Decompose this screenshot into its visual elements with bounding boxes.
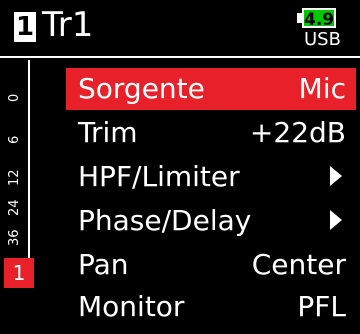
menu-item-label: Monitor [78, 290, 185, 323]
menu-item-label: Phase/Delay [78, 204, 252, 237]
meter-track [28, 60, 30, 270]
meter-channel-badge: 1 [4, 258, 34, 288]
menu-item-label: Trim [78, 116, 138, 149]
battery-icon: 4.9 [302, 8, 336, 30]
menu-item-sorgente[interactable]: Sorgente Mic [66, 68, 356, 110]
menu-item-pan[interactable]: Pan Center [66, 244, 356, 286]
meter-scale-label: 36 [7, 229, 22, 246]
track-title: Tr1 [42, 5, 94, 45]
meter-scale-label: 12 [7, 169, 22, 186]
submenu-arrow-icon [330, 210, 342, 230]
menu-item-value: Center [251, 248, 346, 281]
meter-scale-label: 24 [7, 199, 22, 216]
menu-item-value: PFL [297, 290, 346, 323]
menu-item-phase-delay[interactable]: Phase/Delay [66, 200, 356, 242]
menu-item-monitor[interactable]: Monitor PFL [66, 286, 356, 328]
menu-item-label: HPF/Limiter [78, 160, 240, 193]
track-number-badge: 1 [14, 12, 36, 42]
meter-scale-label: 0 [7, 93, 22, 102]
menu-item-value: +22dB [249, 116, 346, 149]
level-meter: 0 6 12 24 36 48 1 [4, 60, 58, 330]
power-source-label: USB [304, 29, 341, 50]
meter-scale-label: 6 [7, 135, 22, 144]
submenu-arrow-icon [330, 166, 342, 186]
menu-item-label: Pan [78, 248, 129, 281]
menu-item-value: Mic [298, 72, 346, 105]
menu-item-trim[interactable]: Trim +22dB [66, 112, 356, 154]
header-bar: 1 Tr1 4.9 USB [0, 0, 360, 58]
battery-level: 4.9 [304, 10, 335, 30]
header-divider [0, 56, 360, 58]
menu-item-hpf-limiter[interactable]: HPF/Limiter [66, 156, 356, 198]
menu-item-label: Sorgente [78, 72, 205, 105]
